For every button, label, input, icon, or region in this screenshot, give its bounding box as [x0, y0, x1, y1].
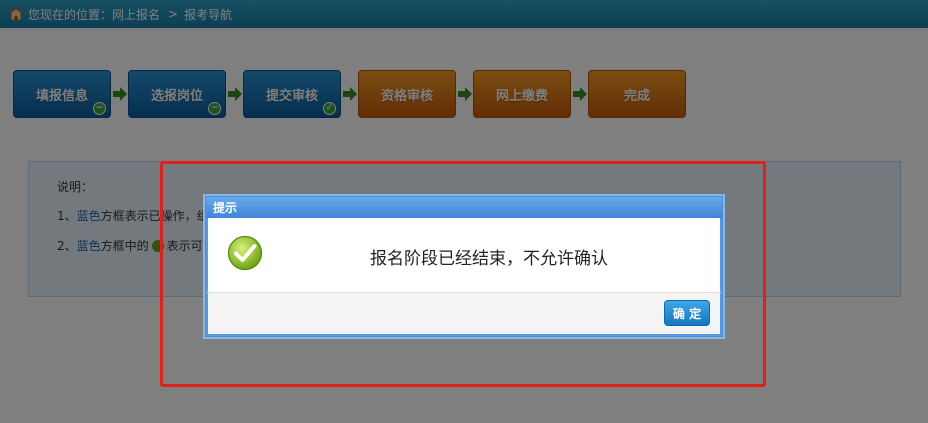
confirm-button[interactable]: 确 定 — [664, 300, 710, 326]
dialog-footer: 确 定 — [206, 292, 722, 336]
alert-dialog: 提示 报名阶段已经结束，不允许确认 确 定 — [205, 196, 723, 337]
dialog-body: 报名阶段已经结束，不允许确认 — [206, 218, 722, 292]
check-circle-icon — [227, 235, 263, 271]
dialog-title: 提示 — [213, 201, 238, 215]
dialog-message: 报名阶段已经结束，不允许确认 — [370, 249, 608, 269]
dialog-titlebar[interactable]: 提示 — [206, 197, 722, 218]
